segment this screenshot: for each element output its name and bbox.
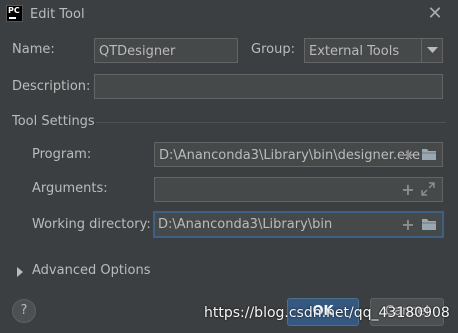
group-select-value: External Tools (309, 44, 400, 59)
working-directory-label: Working directory: (32, 217, 151, 232)
program-value: D:\Ananconda3\Library\bin\designer.exe (159, 148, 421, 163)
plus-icon[interactable]: + (400, 217, 416, 233)
folder-icon[interactable] (421, 147, 437, 163)
app-icon-text: PC (8, 6, 20, 15)
tool-settings-heading: Tool Settings (12, 114, 95, 129)
section-divider (96, 122, 446, 123)
folder-icon[interactable] (421, 217, 437, 233)
plus-icon[interactable]: + (400, 147, 416, 163)
close-icon[interactable]: ✕ (424, 2, 446, 26)
program-label: Program: (32, 147, 92, 162)
group-label: Group: (251, 42, 295, 57)
expand-icon[interactable] (421, 182, 437, 198)
pycharm-app-icon: PC (6, 5, 23, 22)
plus-icon[interactable]: + (400, 182, 416, 198)
arguments-label: Arguments: (32, 181, 108, 196)
triangle-right-icon[interactable] (16, 266, 26, 277)
help-button[interactable]: ? (12, 299, 36, 323)
name-field[interactable]: QTDesigner (94, 38, 238, 63)
window-title: Edit Tool (30, 7, 85, 22)
working-directory-value: D:\Ananconda3\Library\bin (158, 217, 333, 232)
description-label: Description: (12, 79, 91, 94)
watermark-text: https://blog.csdn.net/qq_43180908 (204, 305, 450, 321)
chevron-down-icon[interactable] (421, 38, 443, 63)
description-field[interactable] (94, 74, 443, 99)
advanced-options-toggle[interactable]: Advanced Options (32, 263, 151, 278)
name-label: Name: (12, 42, 55, 57)
